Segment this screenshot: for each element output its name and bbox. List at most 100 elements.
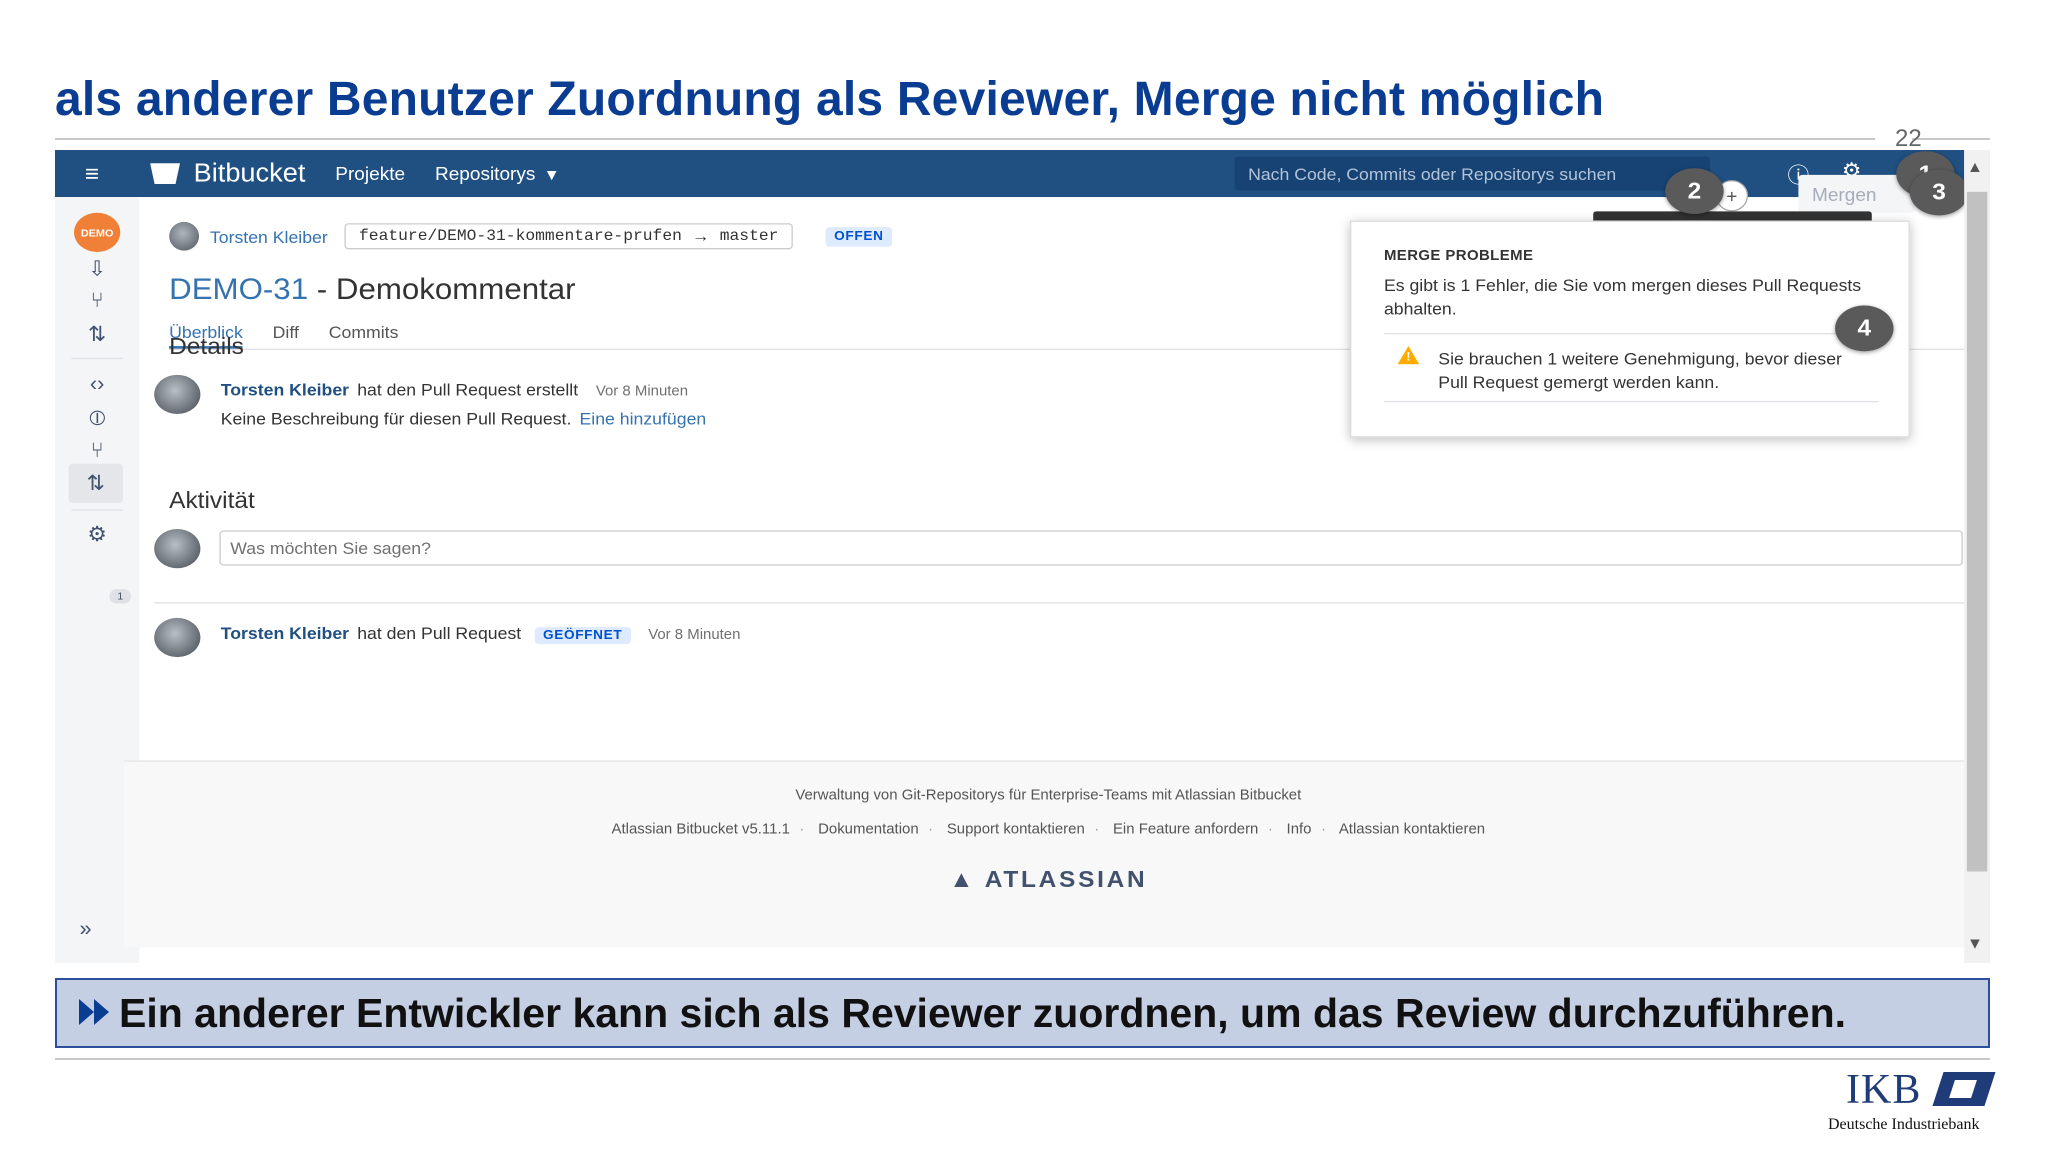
merge-problems-text: Es gibt is 1 Fehler, die Sie vom mergen … [1383, 275, 1862, 319]
footer-link-info[interactable]: Info [1287, 822, 1312, 838]
author-avatar[interactable] [154, 374, 201, 415]
branch-info: feature/DEMO-31-kommentare-prufen → mast… [344, 223, 794, 250]
footer-separator: · [799, 821, 805, 838]
tab-commits[interactable]: Commits [329, 323, 399, 350]
callout-4: 4 [1835, 305, 1894, 352]
pull-request-header: Torsten Kleiber feature/DEMO-31-kommenta… [169, 221, 892, 251]
merge-problems-popup: MERGE PROBLEME Es gibt is 1 Fehler, die … [1349, 220, 1910, 438]
arrow-right-icon: → [695, 226, 707, 247]
footer-separator: · [1094, 821, 1100, 838]
scrollbar-thumb[interactable] [1966, 191, 1988, 872]
footer-link-docs[interactable]: Dokumentation [818, 822, 919, 838]
ikb-logo-subtitle: Deutsche Industriebank [1828, 1116, 1980, 1133]
footer-link-feature[interactable]: Ein Feature anfordern [1113, 822, 1258, 838]
slide-title: als anderer Benutzer Zuordnung als Revie… [55, 73, 1605, 126]
screenshot-scaler: ≡ Bitbucket Projekte Repositorys ▼ Nach C… [55, 150, 1990, 963]
scroll-up-icon[interactable]: ▲ [1967, 158, 1983, 176]
current-user-avatar [154, 529, 201, 569]
pull-request-count-badge: 1 [109, 589, 132, 604]
popup-divider [1383, 332, 1879, 335]
atlassian-logo-icon: ▲ [949, 866, 985, 893]
target-branch[interactable]: master [720, 227, 779, 245]
tab-diff[interactable]: Diff [273, 323, 299, 350]
opened-badge: GEÖFFNET [534, 627, 631, 645]
bottom-rule [55, 1058, 1990, 1060]
author-name[interactable]: Torsten Kleiber [210, 226, 328, 246]
sidebar-separator [71, 357, 123, 360]
merge-warning-text: Sie brauchen 1 weitere Genehmigung, bevo… [1438, 348, 1842, 392]
settings-icon[interactable]: ⚙ [79, 518, 114, 552]
activity-time: Vor 8 Minuten [648, 627, 741, 643]
popup-divider [1383, 400, 1879, 403]
activity-opened-line: Torsten Kleiber hat den Pull Request GEÖ… [221, 623, 741, 645]
add-description-link[interactable]: Eine hinzufügen [580, 409, 707, 429]
footer-separator: · [1267, 821, 1273, 838]
page-number: 22 [1895, 125, 1922, 152]
title-rule [55, 138, 1875, 140]
summary-banner: Ein anderer Entwickler kann sich als Rev… [55, 978, 1990, 1048]
footer-link-support[interactable]: Support kontaktieren [947, 822, 1085, 838]
footer-links: Atlassian Bitbucket v5.11.1 · Dokumentati… [124, 822, 1972, 838]
comment-placeholder: Was möchten Sie sagen? [230, 538, 431, 558]
details-action: hat den Pull Request erstellt [357, 380, 579, 400]
footer-separator: · [928, 821, 934, 838]
scroll-down-icon[interactable]: ▼ [1967, 934, 1983, 952]
page-footer: Verwaltung von Git-Repositorys für Enter… [124, 760, 1973, 948]
expand-sidebar-icon[interactable]: » [79, 919, 91, 943]
ikb-logo-word: IKB [1846, 1067, 1922, 1113]
details-description-line: Keine Beschreibung für diesen Pull Reque… [221, 409, 706, 429]
details-description: Keine Beschreibung für diesen Pull Reque… [220, 408, 572, 429]
brand-logo[interactable]: Bitbucket [150, 158, 305, 188]
pull-request-title: DEMO-31 - Demokommentar [169, 272, 575, 307]
ikb-logo-mark-icon [1932, 1072, 1996, 1106]
details-author[interactable]: Torsten Kleiber [221, 380, 349, 400]
create-pull-request-icon[interactable]: ⇅ [79, 317, 114, 351]
activity-divider [154, 602, 1980, 604]
nav-link-repositories-label: Repositorys [434, 163, 536, 184]
status-badge: OFFEN [825, 226, 892, 247]
title-rule-right [1912, 138, 1990, 140]
atlassian-logo[interactable]: ▲ ATLASSIAN [124, 866, 1972, 893]
ikb-logo: IKB Deutsche Industriebank [1828, 1066, 1998, 1146]
brand-name: Bitbucket [193, 158, 306, 188]
pull-request-name: Demokommentar [335, 271, 576, 306]
bitbucket-logo-icon [150, 163, 181, 184]
activity-heading: Aktivität [169, 487, 255, 514]
details-time: Vor 8 Minuten [595, 383, 689, 400]
atlassian-logo-text: ATLASSIAN [984, 866, 1148, 893]
callout-3: 3 [1909, 169, 1969, 216]
pull-requests-icon[interactable]: ⇅ [68, 463, 123, 503]
search-input[interactable]: Nach Code, Commits oder Repositorys such… [1234, 156, 1711, 191]
activity-action: hat den Pull Request [357, 623, 522, 643]
warning-icon: ! [1397, 346, 1420, 365]
callout-2: 2 [1665, 168, 1724, 215]
footer-link-version[interactable]: Atlassian Bitbucket v5.11.1 [612, 822, 790, 838]
pull-request-id[interactable]: DEMO-31 [169, 272, 308, 306]
merge-problems-title: MERGE PROBLEME [1383, 248, 1534, 264]
source-icon[interactable]: ‹› [79, 369, 114, 403]
source-branch[interactable]: feature/DEMO-31-kommentare-prufen [359, 227, 682, 245]
details-created-line: Torsten Kleiber hat den Pull Request ers… [221, 380, 688, 400]
comment-input[interactable]: Was möchten Sie sagen? [219, 530, 1963, 566]
search-placeholder: Nach Code, Commits oder Repositorys such… [1248, 163, 1617, 184]
bitbucket-screenshot: ≡ Bitbucket Projekte Repositorys ▼ Nach C… [55, 150, 1990, 963]
banner-text: Ein anderer Entwickler kann sich als Rev… [119, 989, 1847, 1036]
activity-author[interactable]: Torsten Kleiber [221, 623, 349, 643]
footer-link-contact[interactable]: Atlassian kontaktieren [1339, 822, 1485, 838]
author-avatar[interactable] [169, 221, 200, 251]
author-avatar[interactable] [154, 617, 201, 658]
create-branch-icon[interactable]: ⑂ [79, 284, 114, 318]
commits-icon[interactable]: ⦶ [79, 402, 114, 436]
clone-icon[interactable]: ⇩ [79, 252, 114, 286]
footer-separator: · [1321, 821, 1326, 838]
footer-tagline: Verwaltung von Git-Repositorys für Enter… [795, 787, 1302, 804]
details-heading: Details [169, 332, 244, 360]
chevron-down-icon: ▼ [543, 165, 560, 184]
nav-link-projects[interactable]: Projekte [335, 163, 405, 184]
sidebar-separator [71, 509, 123, 512]
double-arrow-icon [79, 999, 111, 1027]
hamburger-icon[interactable]: ≡ [85, 160, 123, 187]
repository-avatar[interactable]: DEMO [74, 212, 121, 252]
nav-link-repositories[interactable]: Repositorys ▼ [435, 163, 560, 184]
title-separator: - [308, 271, 336, 306]
